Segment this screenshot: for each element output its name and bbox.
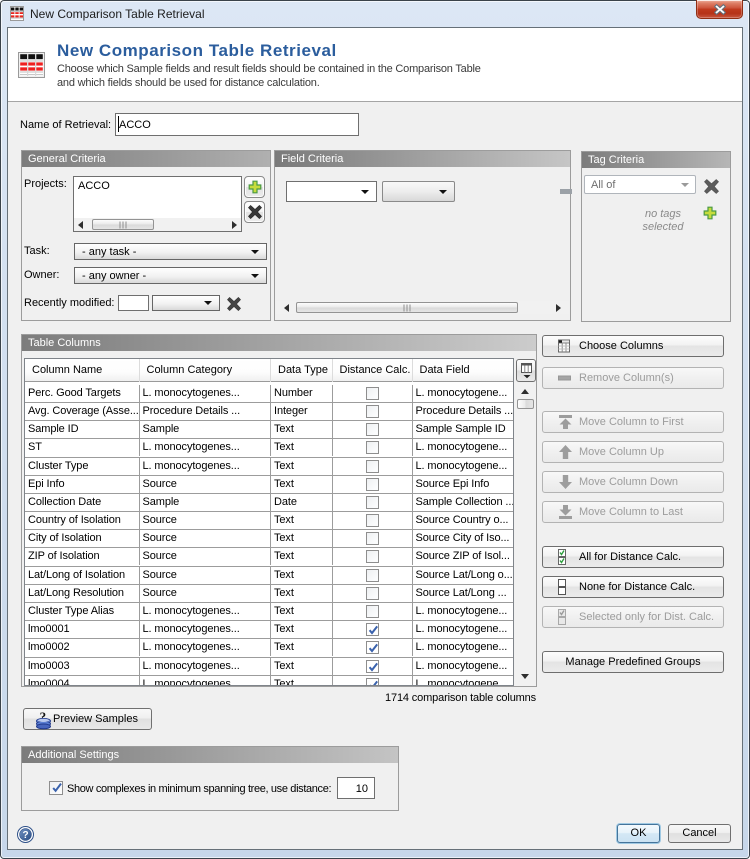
svg-text:?: ? <box>22 830 28 841</box>
